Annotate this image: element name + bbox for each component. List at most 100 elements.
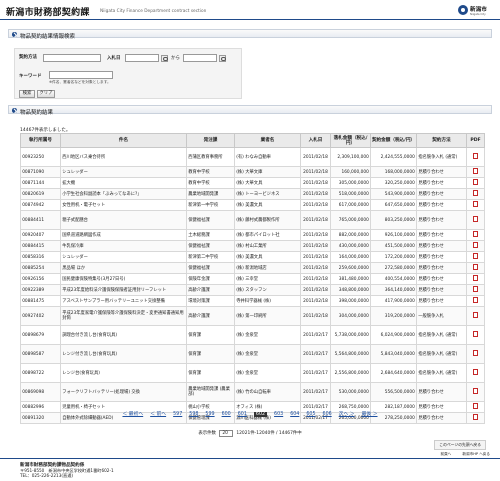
pdf-icon[interactable] xyxy=(473,179,478,185)
contract-number-cell[interactable]: 00923250 xyxy=(20,147,61,167)
contract-number-cell[interactable]: 00884411 xyxy=(20,210,61,230)
site-title[interactable]: 新潟市財務部契約課 xyxy=(6,5,90,18)
contract-number-cell[interactable]: 00884415 xyxy=(20,240,61,252)
item-name-cell: アスベストサンプラー用バッテリーユニット交換整備 xyxy=(60,295,187,307)
contract-number-cell[interactable]: 00898587 xyxy=(20,344,61,364)
pdf-icon[interactable] xyxy=(473,242,478,248)
pdf-cell xyxy=(466,188,485,200)
contract-method-cell: 指名競争入札 (通常) xyxy=(416,147,467,167)
winning-amount-cell: 2,556,800,0000 xyxy=(330,363,371,383)
contract-number-cell[interactable]: 00820619 xyxy=(20,188,61,200)
bid-date-cell: 2011/02/18 xyxy=(300,295,331,307)
contract-number-cell[interactable]: 00885254 xyxy=(20,262,61,274)
page-link[interactable]: 601 xyxy=(238,412,247,417)
column-header: 件名 xyxy=(60,133,187,148)
vendor-name-cell: (株) 村山工業所 xyxy=(234,240,301,252)
niigata-logo[interactable]: 新潟市 Niigata City xyxy=(458,4,496,17)
back-to-top-link[interactable]: このページの先頭へ戻る xyxy=(434,440,486,450)
date-from-calendar-icon[interactable] xyxy=(161,54,168,62)
contract-number-cell[interactable]: 00926156 xyxy=(20,273,61,285)
contract-number-cell[interactable]: 00927402 xyxy=(20,306,61,326)
table-header-row: 執行所属号 件名 発注課 業者名 入札日 落札金額（税込/円） 契約金額（税込/円） 契約方法… xyxy=(20,133,485,148)
bid-date-cell: 2011/02/18 xyxy=(300,284,331,296)
pdf-icon[interactable] xyxy=(473,275,478,281)
pdf-icon[interactable] xyxy=(473,231,478,237)
pdf-icon[interactable] xyxy=(473,297,478,303)
search-button[interactable]: 検索 xyxy=(19,90,35,98)
vendor-name-cell: (株) 竹の山自転車 xyxy=(234,382,301,402)
contract-number-cell[interactable]: 00898722 xyxy=(20,363,61,383)
pdf-icon[interactable] xyxy=(473,350,478,356)
page-link[interactable]: 605 xyxy=(306,412,315,417)
pdf-icon[interactable] xyxy=(473,369,478,375)
date-from-input[interactable] xyxy=(125,54,159,62)
page-link[interactable]: 603 xyxy=(274,412,283,417)
pdf-icon[interactable] xyxy=(473,201,478,207)
pdf-icon[interactable] xyxy=(473,403,478,409)
date-to-calendar-icon[interactable] xyxy=(219,54,226,62)
page-link[interactable]: 600 xyxy=(222,412,231,417)
next-page-link[interactable]: 次へ ＞ xyxy=(339,410,355,417)
column-header: 入札日 xyxy=(300,133,331,148)
contract-amount-cell: 172,200,0000 xyxy=(370,251,417,263)
footer-home-link[interactable]: 新潟市HP へ戻る xyxy=(462,452,490,456)
vendor-name-cell: (株) 大華文庫 xyxy=(234,166,301,178)
table-row: 00884415 牛乳保冷庫 保健福祉課 (株) 村山工業所 2011/02/18 430… xyxy=(20,240,485,252)
ordering-dept-cell: 土木総務課 xyxy=(186,229,235,241)
pdf-icon[interactable] xyxy=(473,190,478,196)
pdf-icon[interactable] xyxy=(473,331,478,337)
contract-number-cell[interactable]: 00871090 xyxy=(20,166,61,178)
pdf-icon[interactable] xyxy=(473,216,478,222)
column-header: 執行所属号 xyxy=(20,133,61,148)
ordering-dept-cell: 新津第二中学校 xyxy=(186,251,235,263)
pdf-icon[interactable] xyxy=(473,388,478,394)
item-name-cell: フォークリフトバッテリー(処理場) 交換 xyxy=(60,382,187,402)
pdf-icon[interactable] xyxy=(473,286,478,292)
method-select[interactable] xyxy=(43,54,101,62)
date-to-input[interactable] xyxy=(183,54,217,62)
page-link[interactable]: 599 xyxy=(205,412,214,417)
contract-number-cell[interactable]: 00874942 xyxy=(20,199,61,211)
pdf-icon[interactable] xyxy=(473,253,478,259)
contract-number-cell[interactable]: 00858316 xyxy=(20,251,61,263)
ordering-dept-cell: 環境対策課 xyxy=(186,295,235,307)
vendor-name-cell: (株) 金泉堂 xyxy=(234,363,301,383)
pdf-icon[interactable] xyxy=(473,264,478,270)
pdf-icon[interactable] xyxy=(473,312,478,318)
contract-amount-cell: 417,900,0000 xyxy=(370,295,417,307)
method-label: 契約方法 xyxy=(19,55,37,60)
keyword-input[interactable] xyxy=(49,71,113,79)
contract-amount-cell: 926,100,0000 xyxy=(370,229,417,241)
winning-amount-cell: 5,738,000,0000 xyxy=(330,325,371,345)
page-link[interactable]: 598 xyxy=(189,412,198,417)
table-row: 00885254 黒品場 ほか 保健福祉課 (株) 新潟地域店 2011/02/18 25… xyxy=(20,262,485,274)
search-section-title: 物品契約結果情報検索 xyxy=(20,33,76,40)
last-page-link[interactable]: 最後 ＞ xyxy=(362,410,378,417)
bid-date-cell: 2011/02/17 xyxy=(300,363,331,383)
table-row: 00923250 西川地区バス乗合待所 西蒲区教育事務所 (有) わなみ自動車 2011… xyxy=(20,147,485,167)
clear-button[interactable]: クリア xyxy=(37,90,55,98)
page-link[interactable]: 606 xyxy=(323,412,332,417)
page-link[interactable]: 602 xyxy=(253,412,268,417)
table-row: 00874942 女性用机・電子セット 新津第一中学校 (株) 美濃文具 2011/02… xyxy=(20,199,485,211)
contract-number-cell[interactable]: 00898679 xyxy=(20,325,61,345)
pdf-icon[interactable] xyxy=(473,168,478,174)
pdf-icon[interactable] xyxy=(473,153,478,159)
page-header: 新潟市財務部契約課 Niigata City Finance Departmen… xyxy=(0,0,500,20)
contract-number-cell[interactable]: 00871144 xyxy=(20,177,61,189)
table-row: 00871144 拡大機 教育中学校 (株) 大華文具 2011/02/18 305,00… xyxy=(20,177,485,189)
first-page-link[interactable]: ＜ 最初へ xyxy=(122,410,143,417)
footer-back-link[interactable]: 前頁へ xyxy=(440,452,451,456)
contract-number-cell[interactable]: 00881475 xyxy=(20,295,61,307)
pdf-cell xyxy=(466,284,485,296)
page-link[interactable]: 604 xyxy=(290,412,299,417)
contract-number-cell[interactable]: 00920407 xyxy=(20,229,61,241)
prev-page-link[interactable]: ＜ 前へ xyxy=(150,410,166,417)
contract-number-cell[interactable]: 00922389 xyxy=(20,284,61,296)
contract-method-cell: 見積り合わせ xyxy=(416,229,467,241)
vendor-name-cell: (株) トーヨービジネス xyxy=(234,188,301,200)
display-count-select[interactable]: 20 xyxy=(219,430,233,437)
winning-amount-cell: 304,000,0000 xyxy=(330,306,371,326)
page-link[interactable]: 597 xyxy=(173,412,182,417)
contract-number-cell[interactable]: 00869098 xyxy=(20,382,61,402)
